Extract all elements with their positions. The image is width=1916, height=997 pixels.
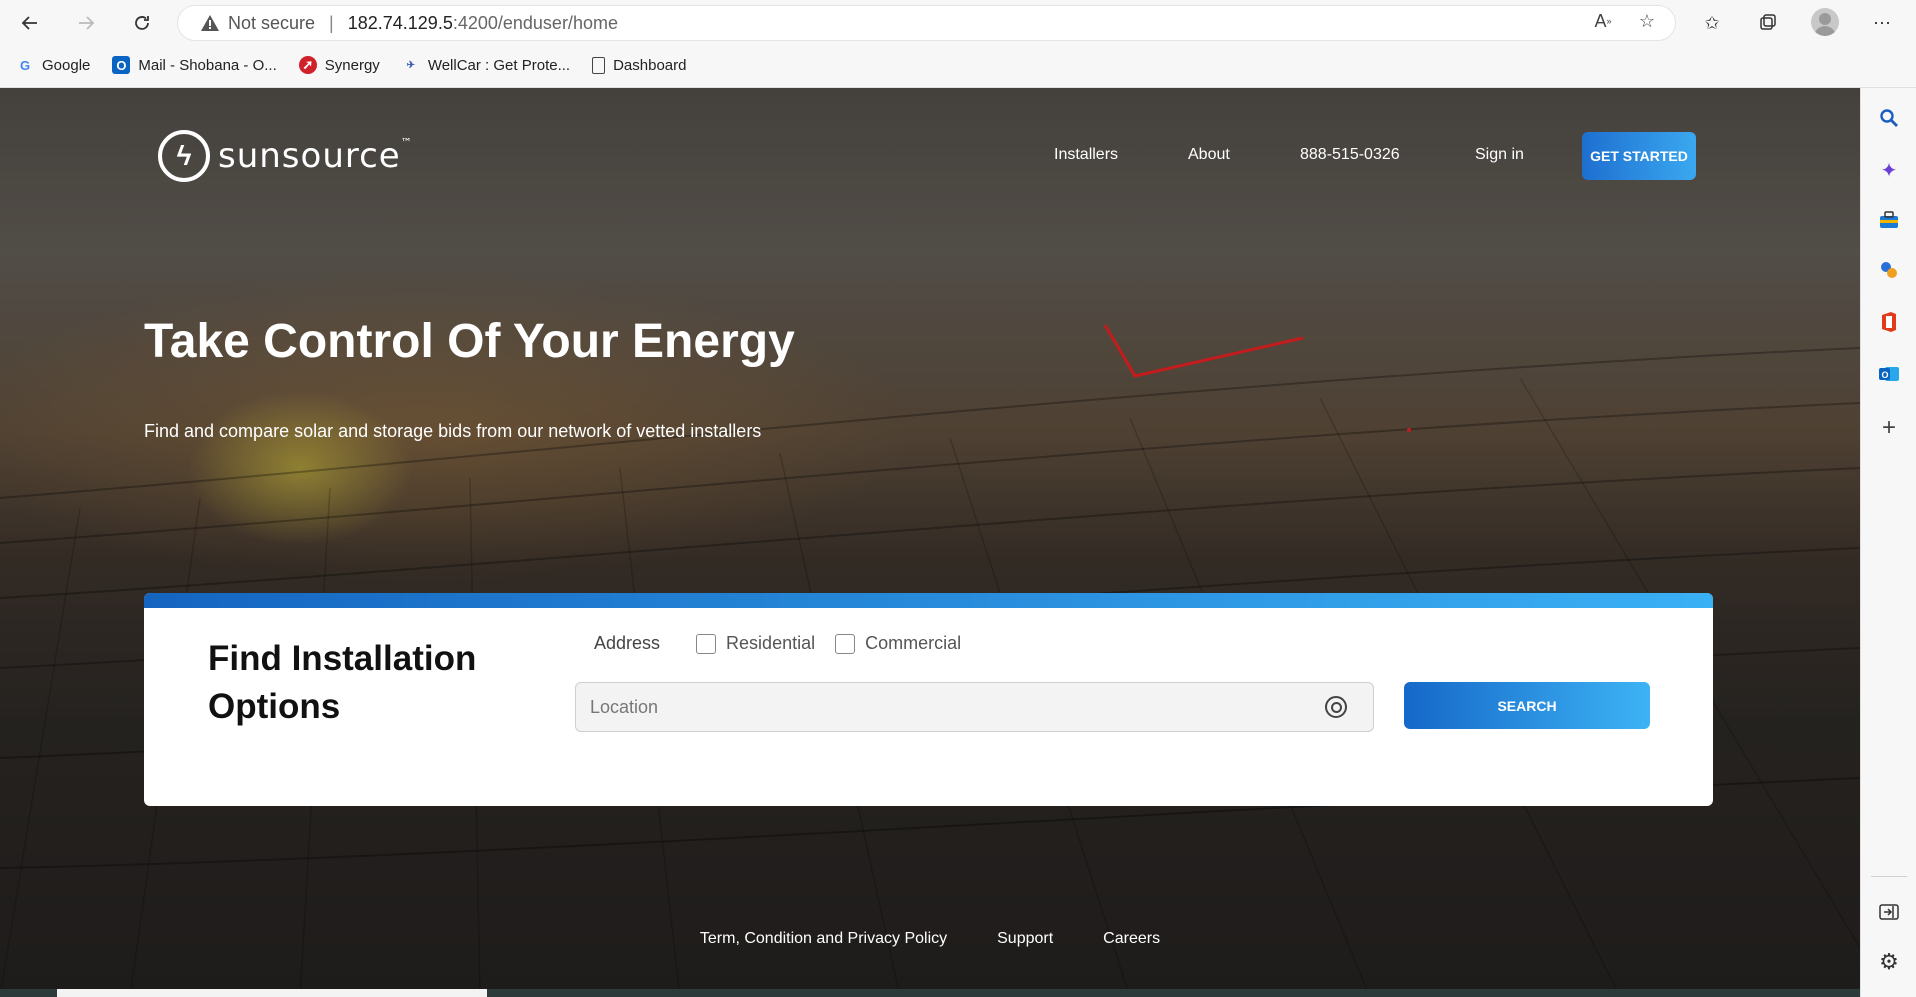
commercial-label: Commercial xyxy=(865,633,962,653)
nav-about[interactable]: About xyxy=(1188,146,1230,164)
search-icon[interactable] xyxy=(1875,104,1903,132)
wellcar-icon: ✈ xyxy=(406,59,415,71)
url-path: :4200/enduser/home xyxy=(452,12,618,33)
bookmark-label: WellCar : Get Prote... xyxy=(427,56,571,74)
outlook-icon: O xyxy=(112,56,131,74)
read-aloud-icon[interactable]: A» xyxy=(1590,8,1616,34)
location-placeholder: Location xyxy=(590,696,659,717)
search-button[interactable]: SEARCH xyxy=(1404,682,1650,729)
page-viewport: ϟ sunsource™ Installers About 888-515-03… xyxy=(0,88,1860,997)
bookmark-synergy[interactable]: ➚ Synergy xyxy=(298,56,380,74)
browser-sidebar: ✦ O + ⚙ xyxy=(1860,88,1916,997)
locate-pin-icon[interactable] xyxy=(1325,696,1347,718)
tools-icon[interactable] xyxy=(1875,206,1903,234)
games-icon[interactable] xyxy=(1875,256,1903,284)
logo-text: sunsource™ xyxy=(218,136,413,176)
page-icon xyxy=(592,56,606,74)
location-input[interactable]: Location xyxy=(575,682,1374,732)
residential-checkbox[interactable] xyxy=(696,633,717,654)
refresh-icon[interactable] xyxy=(126,8,158,38)
lightning-logo-icon: ϟ xyxy=(158,130,210,182)
footer-links: Term, Condition and Privacy Policy Suppo… xyxy=(0,930,1860,948)
address-bar[interactable]: Not secure | 182.74.129.5:4200/enduser/h… xyxy=(177,5,1676,41)
residential-label: Residential xyxy=(726,633,816,653)
nav-signin[interactable]: Sign in xyxy=(1475,146,1524,164)
address-separator: | xyxy=(329,12,334,33)
footer-terms-link[interactable]: Term, Condition and Privacy Policy xyxy=(700,930,947,948)
browser-toolbar: Not secure | 182.74.129.5:4200/enduser/h… xyxy=(0,0,1916,46)
bookmark-label: Synergy xyxy=(324,56,380,74)
google-icon: G xyxy=(19,57,31,73)
forward-icon[interactable] xyxy=(70,8,102,38)
card-title: Find Installation Options xyxy=(208,639,477,726)
warning-icon xyxy=(201,15,219,31)
browser-chrome: Not secure | 182.74.129.5:4200/enduser/h… xyxy=(0,0,1916,88)
commercial-option[interactable]: Commercial xyxy=(835,633,961,654)
commercial-checkbox[interactable] xyxy=(835,633,856,654)
nav-phone[interactable]: 888-515-0326 xyxy=(1300,146,1400,164)
footer-support-link[interactable]: Support xyxy=(997,930,1053,948)
back-icon[interactable] xyxy=(14,8,46,38)
copilot-sparkle-icon[interactable]: ✦ xyxy=(1875,156,1903,184)
taskbar-strip xyxy=(0,989,1860,997)
sidebar-divider xyxy=(1871,876,1907,877)
bookmarks-bar: G Google O Mail - Shobana - O... ➚ Syner… xyxy=(0,50,1916,80)
nav-installers[interactable]: Installers xyxy=(1054,146,1118,164)
hide-sidebar-icon[interactable] xyxy=(1875,898,1903,926)
settings-gear-icon[interactable]: ⚙ xyxy=(1875,948,1903,976)
office-icon[interactable] xyxy=(1875,308,1903,336)
footer-careers-link[interactable]: Careers xyxy=(1103,930,1160,948)
hero-overlay xyxy=(0,88,1860,997)
find-installation-card: Find Installation Options Address Reside… xyxy=(144,593,1713,806)
hero-subtitle: Find and compare solar and storage bids … xyxy=(144,421,762,441)
get-started-button[interactable]: GET STARTED xyxy=(1582,132,1696,180)
svg-text:O: O xyxy=(1882,370,1889,380)
more-menu-icon[interactable]: ⋯ xyxy=(1866,8,1898,38)
card-accent-bar xyxy=(144,593,1713,608)
bookmark-label: Dashboard xyxy=(613,56,687,74)
site-logo[interactable]: ϟ sunsource™ xyxy=(158,130,413,182)
bookmark-mail[interactable]: O Mail - Shobana - O... xyxy=(112,56,277,74)
bookmark-dashboard[interactable]: Dashboard xyxy=(592,56,687,74)
taskbar-window xyxy=(57,989,487,997)
property-type-options: Address Residential Commercial xyxy=(594,633,981,654)
residential-option[interactable]: Residential xyxy=(696,633,815,654)
hero-title: Take Control Of Your Energy xyxy=(144,315,795,368)
bookmark-google[interactable]: G Google xyxy=(16,56,90,74)
synergy-icon: ➚ xyxy=(298,56,317,74)
address-label: Address xyxy=(594,633,661,653)
bookmark-wellcar[interactable]: ✈ WellCar : Get Prote... xyxy=(402,56,570,74)
outlook-sidebar-icon[interactable]: O xyxy=(1875,360,1903,388)
bookmark-label: Mail - Shobana - O... xyxy=(138,56,277,74)
add-icon[interactable]: + xyxy=(1875,414,1903,442)
favorite-add-icon[interactable]: ☆ xyxy=(1634,8,1660,34)
security-label: Not secure xyxy=(228,12,316,33)
bookmark-label: Google xyxy=(42,56,91,74)
favorites-icon[interactable]: ✩ xyxy=(1696,8,1728,38)
url-host: 182.74.129.5 xyxy=(347,12,453,33)
collections-icon[interactable] xyxy=(1752,8,1784,38)
profile-avatar[interactable] xyxy=(1811,8,1839,36)
